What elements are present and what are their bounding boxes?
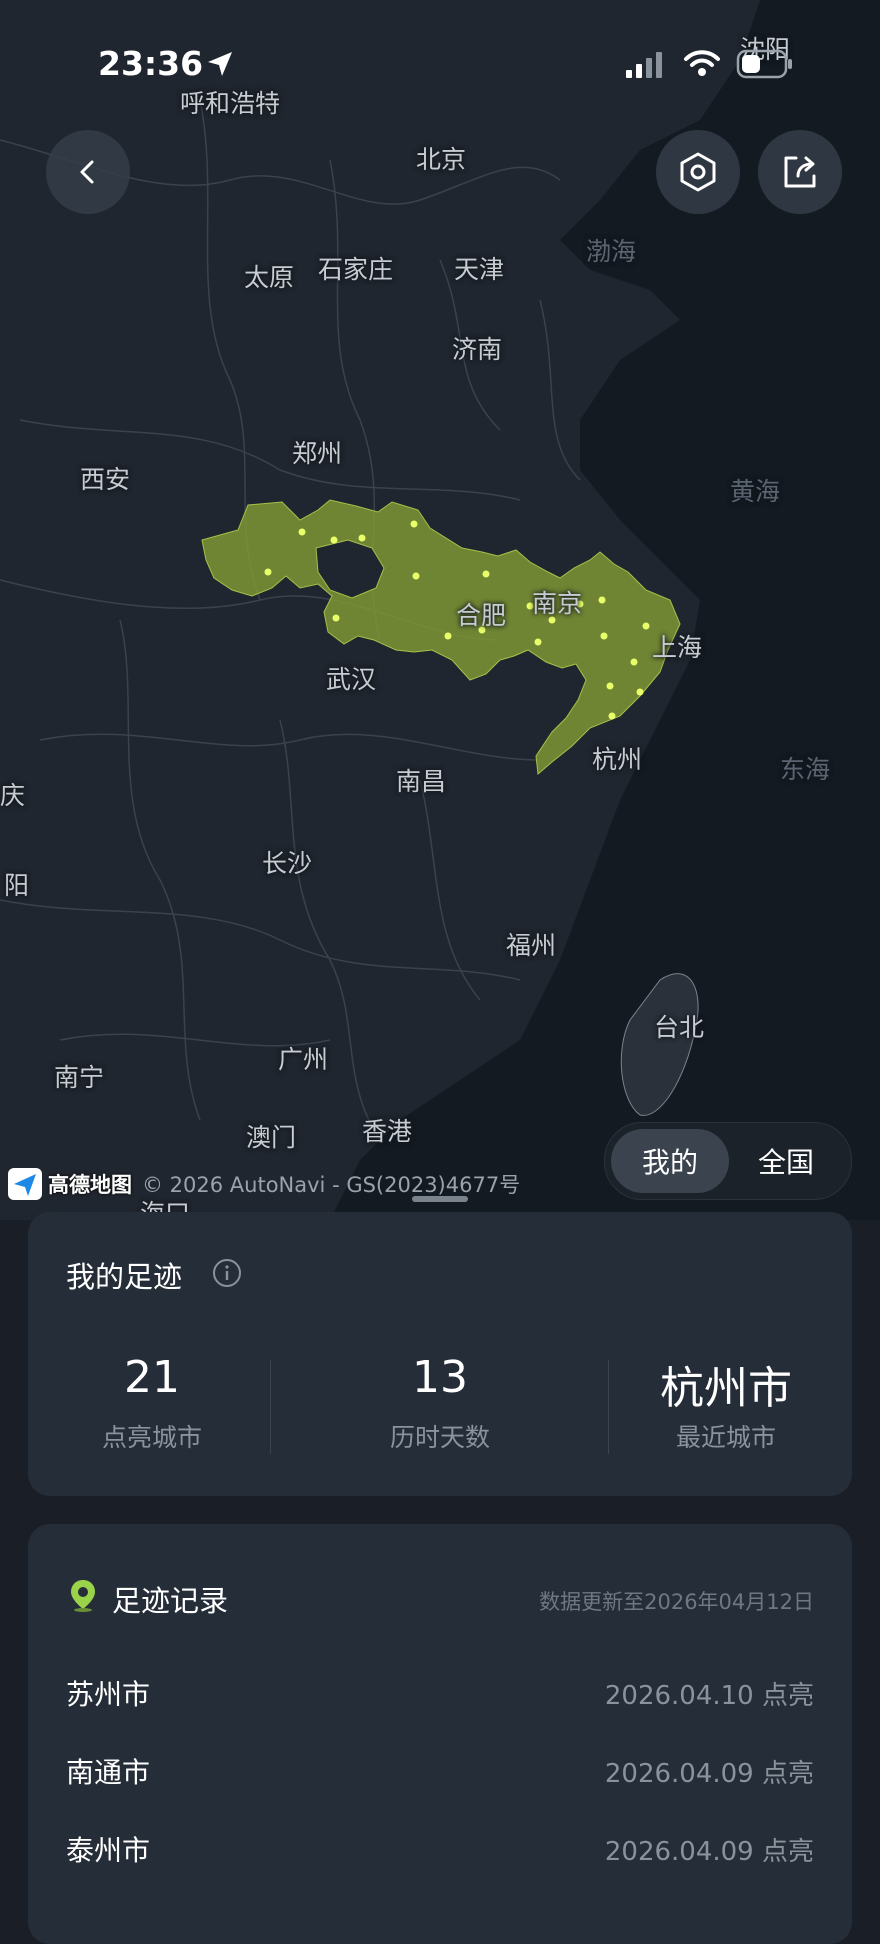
city-label: 台北	[654, 1013, 705, 1042]
city-dot	[332, 614, 340, 622]
city-dot	[482, 570, 490, 578]
stat-value: 杭州市	[660, 1363, 792, 1414]
stat-lit-cities: 21 点亮城市	[52, 1352, 252, 1454]
record-city: 泰州市	[66, 1834, 151, 1867]
city-label: 郑州	[292, 439, 343, 468]
footprint-map[interactable]: 沈阳 呼和浩特 北京 渤海 太原 石家庄 天津 济南 郑州 西安 黄海 合肥 南京 上海 武汉 杭州 东海庆南昌…	[0, 0, 880, 1220]
amap-brand: 高德地图	[48, 1173, 132, 1197]
stat-label: 历时天数	[389, 1423, 490, 1452]
city-dot	[444, 632, 452, 640]
record-row[interactable]: 苏州市 2026.04.10 点亮	[66, 1668, 814, 1718]
city-dot	[412, 572, 420, 580]
sea-label: 东海	[780, 755, 831, 784]
city-label: 上海	[652, 633, 703, 662]
city-label: 南宁	[54, 1063, 105, 1092]
city-label: 武汉	[326, 665, 377, 694]
city-label: 合肥	[456, 601, 507, 630]
city-label: 福州	[506, 931, 557, 960]
toggle-all[interactable]: 全国	[727, 1129, 845, 1193]
city-dot	[630, 658, 638, 666]
city-dot	[642, 622, 650, 630]
record-date: 2026.04.09 点亮	[604, 1836, 814, 1867]
stat-divider	[608, 1360, 609, 1454]
record-city: 苏州市	[66, 1678, 151, 1711]
records-title: 足迹记录	[112, 1584, 229, 1618]
city-label: 香港	[362, 1117, 413, 1146]
city-dot	[608, 712, 616, 720]
city-label: 广州	[278, 1045, 329, 1074]
city-dot	[600, 632, 608, 640]
city-label: 济南	[452, 335, 503, 364]
city-dot	[598, 596, 606, 604]
settings-button[interactable]	[656, 130, 740, 214]
city-dot	[298, 528, 306, 536]
record-date: 2026.04.10 点亮	[604, 1680, 814, 1711]
city-dot	[606, 682, 614, 690]
city-label: 太原	[244, 263, 295, 292]
city-label: 南京	[532, 589, 583, 618]
amap-logo-icon	[8, 1168, 42, 1200]
city-label: 庆	[0, 781, 26, 810]
share-button[interactable]	[758, 130, 842, 214]
stat-recent-city: 杭州市 最近城市	[626, 1352, 826, 1454]
city-label: 北京	[416, 145, 467, 174]
location-arrow-icon	[208, 52, 232, 76]
records-card: 足迹记录 数据更新至2026年04月12日 苏州市 2026.04.10 点亮 …	[28, 1524, 852, 1944]
city-label: 长沙	[262, 849, 313, 878]
city-label: 西安	[80, 465, 131, 494]
record-row[interactable]: 泰州市 2026.04.09 点亮	[66, 1824, 814, 1874]
city-dot	[410, 520, 418, 528]
city-dot	[358, 534, 366, 542]
scope-toggle[interactable]: 我的 全国	[604, 1122, 852, 1200]
records-updated: 数据更新至2026年04月12日	[539, 1590, 814, 1614]
record-city: 南通市	[66, 1756, 151, 1789]
highlight-region	[201, 499, 681, 775]
battery-icon	[736, 49, 792, 79]
stat-value: 21	[124, 1352, 180, 1403]
record-row[interactable]: 南通市 2026.04.09 点亮	[66, 1746, 814, 1796]
map-copyright: © 2026 AutoNavi - GS(2023)4677号	[142, 1173, 521, 1197]
stats-card: 我的足迹 21 点亮城市 13 历时天数 杭州市 最近城市	[28, 1212, 852, 1496]
city-label: 天津	[454, 255, 505, 284]
share-icon	[784, 156, 816, 188]
toggle-mine[interactable]: 我的	[611, 1129, 729, 1193]
city-label: 阳	[4, 871, 30, 900]
info-icon[interactable]	[212, 1258, 242, 1288]
stat-label: 最近城市	[675, 1423, 776, 1452]
stat-days: 13 历时天数	[340, 1352, 540, 1454]
signal-icon	[626, 52, 662, 78]
wifi-icon	[684, 50, 720, 76]
back-button[interactable]	[46, 130, 130, 214]
city-label: 杭州	[592, 745, 643, 774]
city-dot	[534, 638, 542, 646]
stats-title: 我的足迹	[66, 1260, 183, 1294]
map-canvas[interactable]	[0, 0, 880, 1220]
chevron-left-icon	[80, 160, 94, 184]
stat-label: 点亮城市	[101, 1423, 202, 1452]
sea-label: 渤海	[586, 237, 637, 266]
status-bar: 23:36	[0, 0, 880, 120]
record-date: 2026.04.09 点亮	[604, 1758, 814, 1789]
city-dot	[264, 568, 272, 576]
city-label: 澳门	[246, 1123, 297, 1152]
location-pin-icon	[71, 1580, 95, 1612]
status-time: 23:36	[98, 44, 204, 83]
city-label: 南昌	[396, 767, 447, 796]
city-label: 石家庄	[318, 255, 394, 284]
hexagon-settings-icon	[680, 152, 716, 192]
city-dot	[330, 536, 338, 544]
sea-label: 黄海	[730, 477, 781, 506]
stat-divider	[270, 1360, 271, 1454]
stat-value: 13	[412, 1352, 468, 1403]
city-dot	[636, 688, 644, 696]
sheet-drag-handle[interactable]	[412, 1196, 468, 1202]
